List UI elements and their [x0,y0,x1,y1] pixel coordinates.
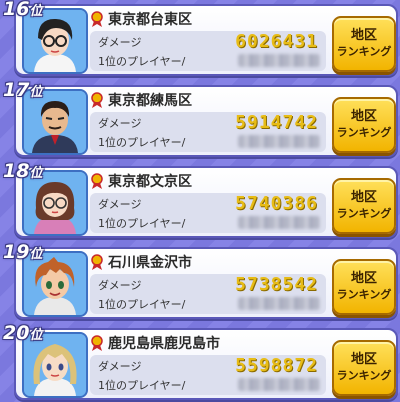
ranking-card: 東京都台東区 ダメージ 6026431 1位のプレイヤー/ 地区 ランキング [14,4,398,76]
damage-info: ダメージ 5914742 1位のプレイヤー/ [90,112,326,152]
blurred-player-name [238,216,320,229]
ranking-row: 16位 東京都台東区 ダメージ 6026431 1位のプレイヤー/ 地区 ランキ… [0,0,400,76]
medal-icon [90,335,104,351]
area-name: 東京都練馬区 [108,93,192,109]
blurred-player-name [238,135,320,148]
damage-value: 5598872 [235,355,318,376]
ranking-card: 石川県金沢市 ダメージ 5738542 1位のプレイヤー/ 地区 ランキング [14,247,398,319]
rank-label: 18位 [3,160,43,182]
area-name: 石川県金沢市 [108,255,192,271]
medal-icon [90,173,104,189]
rank-label: 16位 [3,0,43,20]
blurred-player-name [238,378,320,391]
area-ranking-button[interactable]: 地区 ランキング [332,16,396,72]
ranking-row: 19位 石川県金沢市 ダメージ 5738542 1位のプレイヤー/ 地区 ランキ… [0,241,400,319]
damage-label: ダメージ [98,198,142,211]
area-name: 東京都台東区 [108,12,192,28]
top-player-label: 1位のプレイヤー/ [98,379,186,392]
area-ranking-button[interactable]: 地区 ランキング [332,340,396,396]
area-ranking-button[interactable]: 地区 ランキング [332,97,396,153]
ranking-row: 20位 鹿児島県鹿児島市 ダメージ 5598872 1位のプレイヤー/ 地区 ラ… [0,322,400,400]
area-ranking-button[interactable]: 地区 ランキング [332,178,396,234]
damage-label: ダメージ [98,279,142,292]
ranking-card: 東京都文京区 ダメージ 5740386 1位のプレイヤー/ 地区 ランキング [14,166,398,238]
top-player-label: 1位のプレイヤー/ [98,55,186,68]
damage-label: ダメージ [98,117,142,130]
damage-value: 5914742 [235,112,318,133]
area-name: 東京都文京区 [108,174,192,190]
damage-value: 5740386 [235,193,318,214]
blurred-player-name [238,297,320,310]
damage-info: ダメージ 5598872 1位のプレイヤー/ [90,355,326,395]
ranking-card: 東京都練馬区 ダメージ 5914742 1位のプレイヤー/ 地区 ランキング [14,85,398,157]
ranking-row: 18位 東京都文京区 ダメージ 5740386 1位のプレイヤー/ 地区 ランキ… [0,160,400,238]
damage-label: ダメージ [98,36,142,49]
damage-info: ダメージ 5738542 1位のプレイヤー/ [90,274,326,314]
ranking-row: 17位 東京都練馬区 ダメージ 5914742 1位のプレイヤー/ 地区 ランキ… [0,79,400,157]
top-player-label: 1位のプレイヤー/ [98,136,186,149]
ranking-card: 鹿児島県鹿児島市 ダメージ 5598872 1位のプレイヤー/ 地区 ランキング [14,328,398,400]
medal-icon [90,92,104,108]
damage-label: ダメージ [98,360,142,373]
top-player-label: 1位のプレイヤー/ [98,298,186,311]
rank-label: 17位 [3,79,43,101]
damage-info: ダメージ 6026431 1位のプレイヤー/ [90,31,326,71]
damage-value: 5738542 [235,274,318,295]
medal-icon [90,11,104,27]
rank-label: 20位 [3,322,43,344]
top-player-label: 1位のプレイヤー/ [98,217,186,230]
area-ranking-button[interactable]: 地区 ランキング [332,259,396,315]
blurred-player-name [238,54,320,67]
damage-info: ダメージ 5740386 1位のプレイヤー/ [90,193,326,233]
area-name: 鹿児島県鹿児島市 [108,336,220,352]
rank-label: 19位 [3,241,43,263]
damage-value: 6026431 [235,31,318,52]
medal-icon [90,254,104,270]
